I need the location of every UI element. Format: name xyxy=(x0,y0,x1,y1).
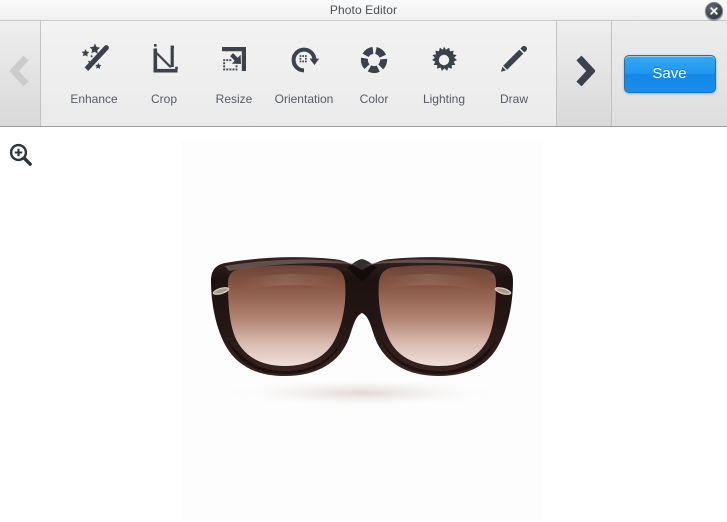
resize-icon xyxy=(212,38,256,82)
sun-icon xyxy=(422,38,466,82)
tool-label: Enhance xyxy=(70,92,118,106)
tool-label: Color xyxy=(359,92,389,106)
tool-enhance[interactable]: Enhance xyxy=(59,38,129,106)
rotate-icon xyxy=(282,38,326,82)
tool-resize[interactable]: Resize xyxy=(199,38,269,106)
chevron-left-icon xyxy=(9,54,31,93)
tool-label: Orientation xyxy=(274,92,334,106)
photo-image[interactable] xyxy=(181,140,543,520)
next-tools-button[interactable] xyxy=(556,21,612,126)
tool-label: Draw xyxy=(499,92,528,106)
magic-wand-icon xyxy=(72,38,116,82)
left-tool-rail xyxy=(0,128,41,522)
chevron-right-icon xyxy=(573,54,596,93)
tool-orientation[interactable]: Orientation xyxy=(269,38,339,106)
crop-icon xyxy=(142,38,186,82)
tool-draw[interactable]: Draw xyxy=(479,38,549,106)
tool-label: Lighting xyxy=(422,92,466,106)
prev-tools-button[interactable] xyxy=(0,21,41,126)
tool-label: Resize xyxy=(215,92,253,106)
zoom-in-button[interactable] xyxy=(6,142,36,172)
tool-label: Crop xyxy=(150,92,177,106)
save-area: Save xyxy=(612,21,727,126)
page-title: Photo Editor xyxy=(329,3,398,17)
canvas-region[interactable] xyxy=(41,128,727,522)
close-x-icon xyxy=(709,6,719,16)
tool-lighting[interactable]: Lighting xyxy=(409,38,479,106)
title-bar: Photo Editor xyxy=(0,0,727,21)
close-button[interactable] xyxy=(705,2,723,20)
tool-color[interactable]: Color xyxy=(339,38,409,106)
tool-list: Enhance Crop Resize Orientation Color Li… xyxy=(41,21,556,126)
zoom-in-magnifier-icon xyxy=(7,141,35,174)
pencil-icon xyxy=(492,38,536,82)
editor-toolbar: Enhance Crop Resize Orientation Color Li… xyxy=(0,21,727,127)
photo-editor-window: Photo Editor Enhance Crop Resize Orienta… xyxy=(0,0,727,522)
save-button[interactable]: Save xyxy=(623,54,716,93)
color-wheel-icon xyxy=(352,38,396,82)
tool-crop[interactable]: Crop xyxy=(129,38,199,106)
